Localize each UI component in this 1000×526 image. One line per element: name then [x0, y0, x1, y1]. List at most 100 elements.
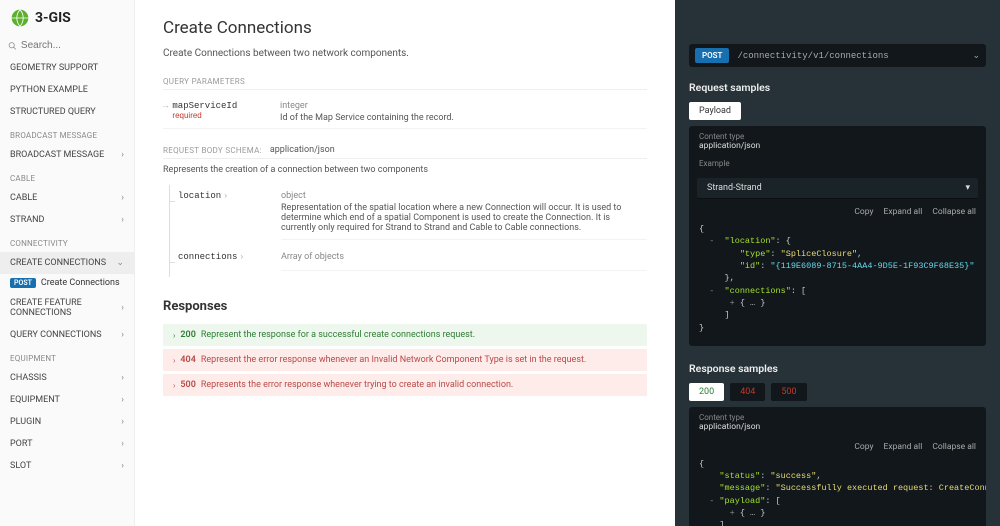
method-badge-post: POST — [695, 48, 729, 63]
query-params-label: QUERY PARAMETERS — [163, 77, 647, 90]
chevron-right-icon: › — [121, 395, 124, 405]
body-content-type: application/json — [270, 145, 335, 155]
section-header-broadcast: BROADCAST MESSAGE — [0, 123, 134, 144]
response-tab-404[interactable]: 404 — [730, 383, 765, 401]
chevron-right-icon: › — [121, 215, 124, 225]
section-header-equipment: EQUIPMENT — [0, 346, 134, 367]
nav-item-plugin[interactable]: PLUGIN› — [0, 411, 134, 433]
nav-item-python-example[interactable]: PYTHON EXAMPLE — [0, 79, 134, 101]
sidebar: 3-GIS GEOMETRY SUPPORT PYTHON EXAMPLE ST… — [0, 0, 135, 526]
chevron-down-icon: ⌄ — [116, 258, 124, 268]
param-arrow-icon: → — [163, 101, 168, 123]
nav-item-port[interactable]: PORT› — [0, 433, 134, 455]
responses-heading: Responses — [163, 299, 647, 314]
chevron-right-icon: › — [121, 150, 124, 160]
collapse-all-button[interactable]: Collapse all — [932, 442, 976, 452]
chevron-right-icon: › — [121, 373, 124, 383]
chevron-down-icon: ⌄ — [972, 51, 980, 61]
response-sample-box: Content type application/json Copy Expan… — [689, 407, 986, 526]
response-tab-200[interactable]: 200 — [689, 383, 724, 401]
nav-item-equipment[interactable]: EQUIPMENT› — [0, 389, 134, 411]
content-type-label: Content type — [699, 132, 976, 141]
prop-type: Array of objects — [281, 252, 647, 262]
endpoint-bar[interactable]: POST /connectivity/v1/connections ⌄ — [689, 44, 986, 67]
globe-icon — [10, 8, 30, 28]
example-label: Example — [699, 159, 976, 168]
nav-item-structured-query[interactable]: STRUCTURED QUERY — [0, 101, 134, 123]
nav-item-geometry-support[interactable]: GEOMETRY SUPPORT — [0, 57, 134, 79]
brand-name: 3-GIS — [35, 10, 71, 26]
param-required: required — [172, 111, 237, 120]
search-icon — [8, 41, 17, 51]
content-type-value: application/json — [699, 422, 976, 432]
method-badge-post: POST — [10, 278, 36, 288]
body-prop-row[interactable]: location› object Representation of the s… — [170, 185, 647, 246]
nav-item-slot[interactable]: SLOT› — [0, 455, 134, 477]
body-schema-label: REQUEST BODY SCHEMA: — [163, 146, 262, 155]
page-title: Create Connections — [163, 18, 647, 38]
response-tab-500[interactable]: 500 — [771, 383, 806, 401]
chevron-right-icon: › — [173, 356, 175, 365]
response-404[interactable]: › 404 Represent the error response whene… — [163, 349, 647, 371]
response-desc: Represents the error response whenever t… — [201, 380, 513, 390]
nav-item-chassis[interactable]: CHASSIS› — [0, 367, 134, 389]
nav-item-broadcast-message[interactable]: BROADCAST MESSAGE› — [0, 144, 134, 166]
nav-item-cable[interactable]: CABLE› — [0, 187, 134, 209]
samples-panel: POST /connectivity/v1/connections ⌄ Requ… — [675, 0, 1000, 526]
request-code-block[interactable]: { - "location": { "type": "SpliceClosure… — [689, 219, 986, 338]
body-desc: Represents the creation of a connection … — [163, 165, 647, 175]
request-samples-heading: Request samples — [689, 81, 986, 94]
tab-payload[interactable]: Payload — [689, 102, 741, 120]
response-code: 200 — [180, 330, 195, 340]
chevron-right-icon: › — [239, 253, 244, 262]
response-code: 500 — [180, 380, 195, 390]
response-desc: Represent the error response whenever an… — [201, 355, 586, 365]
nav-item-create-feature-connections[interactable]: CREATE FEATURE CONNECTIONS› — [0, 292, 134, 324]
chevron-right-icon: › — [223, 192, 228, 201]
response-code: 404 — [180, 355, 195, 365]
search-container — [0, 36, 134, 57]
response-200[interactable]: › 200 Represent the response for a succe… — [163, 324, 647, 346]
param-name: mapServiceId required — [172, 101, 237, 123]
response-code-block[interactable]: { "status": "success", "message": "Succe… — [689, 454, 986, 526]
nav-sub-label: Create Connections — [41, 278, 120, 288]
chevron-right-icon: › — [121, 303, 124, 313]
chevron-right-icon: › — [121, 461, 124, 471]
request-sample-box: Content type application/json Example St… — [689, 126, 986, 346]
param-row: → mapServiceId required integer Id of th… — [163, 96, 647, 129]
nav-item-strand[interactable]: STRAND› — [0, 209, 134, 231]
content-type-value: application/json — [699, 141, 976, 151]
chevron-right-icon: › — [121, 439, 124, 449]
prop-type: object — [281, 191, 647, 201]
chevron-right-icon: › — [121, 417, 124, 427]
nav-item-create-connections[interactable]: CREATE CONNECTIONS⌄ — [0, 252, 134, 274]
expand-all-button[interactable]: Expand all — [884, 207, 923, 217]
body-prop-row[interactable]: connections› Array of objects — [170, 246, 647, 277]
response-desc: Represent the response for a successful … — [201, 330, 475, 340]
caret-down-icon: ▾ — [965, 183, 970, 193]
section-header-connectivity: CONNECTIVITY — [0, 231, 134, 252]
expand-all-button[interactable]: Expand all — [884, 442, 923, 452]
endpoint-path: /connectivity/v1/connections — [729, 51, 972, 61]
nav-item-query-connections[interactable]: QUERY CONNECTIONS› — [0, 324, 134, 346]
response-samples-heading: Response samples — [689, 362, 986, 375]
chevron-right-icon: › — [121, 193, 124, 203]
response-500[interactable]: › 500 Represents the error response when… — [163, 374, 647, 396]
param-desc: Id of the Map Service containing the rec… — [280, 113, 647, 123]
example-value: Strand-Strand — [707, 183, 762, 193]
page-description: Create Connections between two network c… — [163, 48, 647, 59]
param-type: integer — [280, 101, 647, 111]
chevron-right-icon: › — [173, 381, 175, 390]
collapse-all-button[interactable]: Collapse all — [932, 207, 976, 217]
copy-button[interactable]: Copy — [854, 207, 873, 217]
copy-button[interactable]: Copy — [854, 442, 873, 452]
nav-sub-create-connections[interactable]: POST Create Connections — [0, 274, 134, 292]
chevron-right-icon: › — [121, 330, 124, 340]
main-content: Create Connections Create Connections be… — [135, 0, 675, 526]
search-input[interactable] — [21, 40, 126, 51]
section-header-cable: CABLE — [0, 166, 134, 187]
content-type-label: Content type — [699, 413, 976, 422]
body-props-tree: location› object Representation of the s… — [169, 185, 647, 277]
brand-logo[interactable]: 3-GIS — [0, 0, 134, 36]
example-select[interactable]: Strand-Strand ▾ — [697, 178, 978, 199]
